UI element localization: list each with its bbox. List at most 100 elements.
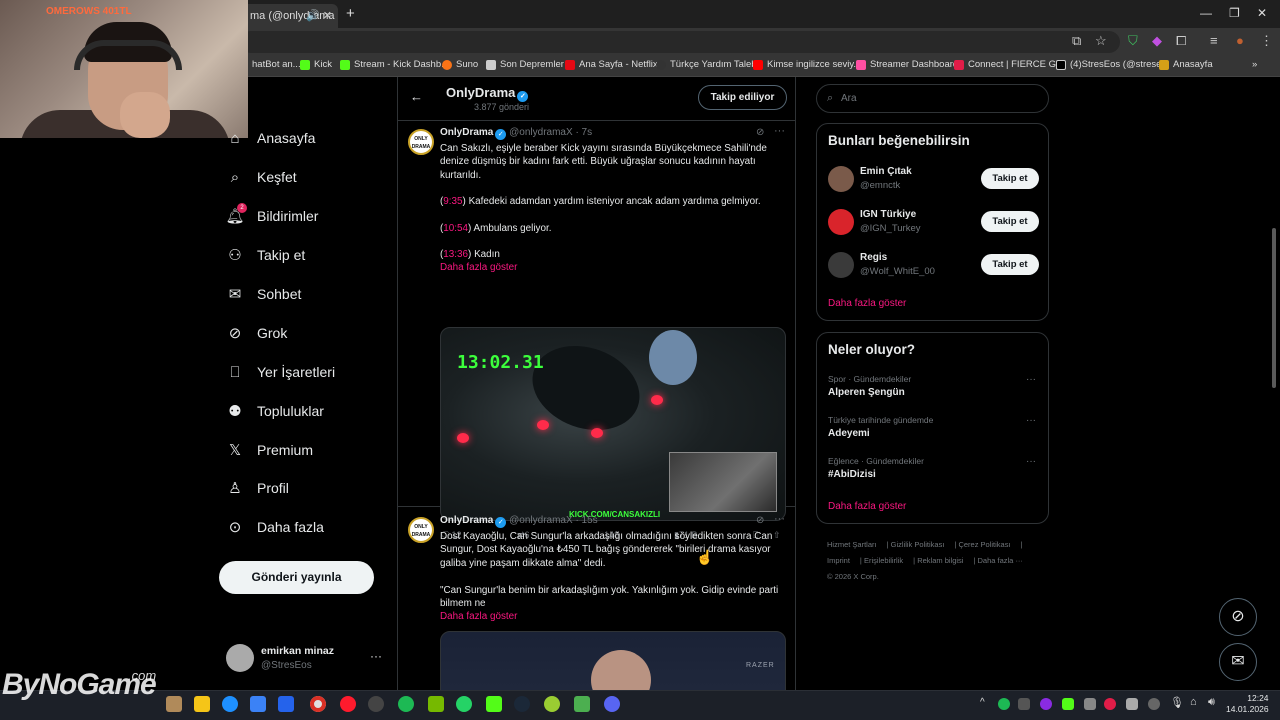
grok-fab-icon[interactable]: ⊘ (1219, 598, 1257, 636)
close-icon[interactable]: ✕ (1257, 6, 1267, 20)
post-button[interactable]: Gönderi yayınla (219, 561, 374, 594)
volume-icon[interactable]: 🔊︎ (1208, 696, 1215, 709)
nvidia-icon[interactable] (428, 696, 444, 712)
footer-link[interactable]: Erişilebilirlik (864, 556, 903, 565)
footer-link[interactable]: Hizmet Şartları (827, 540, 877, 549)
bookmark-item[interactable]: Streamer Dashboard (856, 59, 958, 70)
account-switcher[interactable]: emirkan minaz @StresEos ··· (226, 643, 386, 675)
tweet-author[interactable]: OnlyDrama (440, 127, 493, 138)
more-dots-icon[interactable]: ··· (774, 125, 785, 137)
footer-link[interactable]: Daha fazla ··· (978, 556, 1023, 565)
chrome-icon[interactable] (310, 696, 326, 712)
bookmark-item[interactable]: Ana Sayfa - Netflix (565, 59, 658, 70)
browser-tab[interactable]: ma (@onlydrama 🔊 ✕ (238, 4, 338, 28)
outlook-icon[interactable] (278, 696, 294, 712)
more-dots-icon[interactable]: ··· (1026, 374, 1036, 385)
app-icon[interactable] (604, 696, 620, 712)
nav-item-grok[interactable]: ⊘ Grok (226, 324, 288, 342)
more-dots-icon[interactable]: ··· (1026, 456, 1036, 467)
show-more-link[interactable]: Daha fazla göster (828, 501, 906, 512)
tweet-video[interactable]: 13:02.31 KICK.COM/CANSAKIZLI (440, 327, 786, 521)
tray-icon[interactable] (1018, 698, 1030, 710)
nav-item-notifications[interactable]: 🔔︎ 2 Bildirimler (225, 203, 318, 225)
tweet-time[interactable]: · 7s (575, 127, 592, 138)
avatar[interactable]: ONLY DRAMA (408, 517, 434, 543)
search-input[interactable]: ⌕ Ara (816, 84, 1049, 113)
tweet-time[interactable]: · 15s (575, 515, 597, 526)
store-icon[interactable] (250, 696, 266, 712)
tweet-video[interactable]: RAZER (440, 631, 786, 690)
bookmark-item[interactable]: Stream - Kick Dashb... (340, 59, 449, 70)
nav-item-premium[interactable]: 𝕏 Premium (226, 441, 313, 459)
tray-icon[interactable] (1062, 698, 1074, 710)
trend-item[interactable]: Spor · Gündemdekiler Alperen Şengün ··· (828, 374, 1040, 402)
timestamp-link[interactable]: 10:54 (443, 223, 468, 234)
avatar[interactable]: ONLY DRAMA (408, 129, 434, 155)
bookmark-item[interactable]: Son Depremler (486, 59, 564, 70)
menu-icon[interactable]: ⋮ (1260, 33, 1273, 49)
scrollbar[interactable] (1272, 228, 1276, 388)
taskbar-clock[interactable]: 12:24 14.01.2026 (1226, 693, 1269, 715)
tweet-handle[interactable]: @onlydramaX (509, 515, 573, 526)
maximize-icon[interactable]: ❐ (1229, 6, 1240, 20)
minecraft-icon[interactable] (574, 696, 590, 712)
edge-icon[interactable] (222, 696, 238, 712)
opera-icon[interactable] (340, 696, 356, 712)
tray-icon[interactable] (1104, 698, 1116, 710)
whatsapp-icon[interactable] (456, 696, 472, 712)
more-dots-icon[interactable]: ··· (774, 513, 785, 525)
spotify-icon[interactable] (398, 696, 414, 712)
bookmark-item[interactable]: Kick (300, 59, 332, 70)
show-more-link[interactable]: Daha fazla göster (828, 298, 906, 309)
bookmark-item[interactable]: (4)StresEos (@strese... (1056, 59, 1169, 70)
suggested-user[interactable]: IGN Türkiye @IGN_Turkey Takip et (828, 207, 1040, 237)
profile-avatar-icon[interactable]: ● (1236, 33, 1244, 48)
avatar[interactable] (828, 252, 854, 278)
more-dots-icon[interactable]: ··· (1026, 415, 1036, 426)
trend-item[interactable]: Eğlence · Gündemdekiler #AbiDizisi ··· (828, 456, 1040, 484)
avatar[interactable] (828, 166, 854, 192)
footer-link[interactable]: Çerez Politikası (958, 540, 1010, 549)
new-tab-button[interactable]: + (346, 5, 355, 22)
weather-icon[interactable] (166, 696, 182, 712)
back-arrow-icon[interactable]: ← (410, 89, 423, 104)
nav-item-home[interactable]: ⌂ Anasayfa (226, 129, 315, 147)
nav-item-chat[interactable]: ✉ Sohbet (226, 285, 302, 303)
bookmark-item[interactable]: Kimse ingilizce seviy... (753, 59, 861, 70)
microphone-icon[interactable]: 🎙︎ (1170, 696, 1184, 709)
install-icon[interactable]: ⧉ (1072, 33, 1081, 49)
show-more-link[interactable]: Daha fazla göster (440, 611, 517, 622)
timestamp-link[interactable]: 13:36 (443, 249, 468, 260)
tray-chevron-icon[interactable]: ^ (980, 697, 985, 708)
address-bar[interactable] (240, 31, 1120, 53)
nav-item-explore[interactable]: ⌕ Keşfet (226, 168, 297, 186)
follow-button[interactable]: Takip et (981, 168, 1039, 189)
steam-icon[interactable] (514, 696, 530, 712)
tray-icon[interactable] (1040, 698, 1052, 710)
trend-item[interactable]: Türkiye tarihinde gündemde Adeyemi ··· (828, 415, 1040, 443)
nav-item-profile[interactable]: ♙ Profil (226, 479, 289, 497)
bookmark-item[interactable]: Suno (442, 59, 478, 70)
follow-button[interactable]: Takip et (981, 211, 1039, 232)
puzzle-icon[interactable]: ⧠ (1176, 33, 1186, 49)
bookmark-item[interactable]: Türkçe Yardım Talebi (656, 59, 759, 70)
app-icon[interactable] (544, 696, 560, 712)
footer-link[interactable]: Gizlilik Politikası (891, 540, 945, 549)
nav-item-follow[interactable]: ⚇ Takip et (226, 246, 305, 264)
nav-item-more[interactable]: ⊙ Daha fazla (226, 518, 324, 536)
suggested-user[interactable]: Emin Çıtak @emnctk Takip et (828, 164, 1040, 194)
tweet[interactable]: ONLY DRAMA OnlyDrama ✓ @onlydramaX · 7s ⊘ … (398, 121, 795, 540)
bookmarks-overflow-icon[interactable]: » (1252, 59, 1257, 70)
bookmark-item[interactable]: Anasayfa (1159, 59, 1213, 70)
footer-link[interactable]: Imprint (827, 556, 850, 565)
grok-icon[interactable]: ⊘ (756, 127, 764, 138)
tweet-handle[interactable]: @onlydramaX (509, 127, 573, 138)
nav-item-bookmarks[interactable]: ⎕ Yer İşaretleri (226, 363, 335, 381)
media-control-icon[interactable]: ≡ (1210, 33, 1218, 48)
obs-icon[interactable] (368, 696, 384, 712)
show-more-link[interactable]: Daha fazla göster (440, 262, 517, 273)
more-dots-icon[interactable]: ··· (370, 649, 382, 663)
network-icon[interactable]: ⌂ (1190, 696, 1197, 708)
speaker-icon[interactable]: 🔊 ✕ (306, 9, 332, 22)
shield-extension-icon[interactable]: ⛉ (1128, 33, 1138, 49)
